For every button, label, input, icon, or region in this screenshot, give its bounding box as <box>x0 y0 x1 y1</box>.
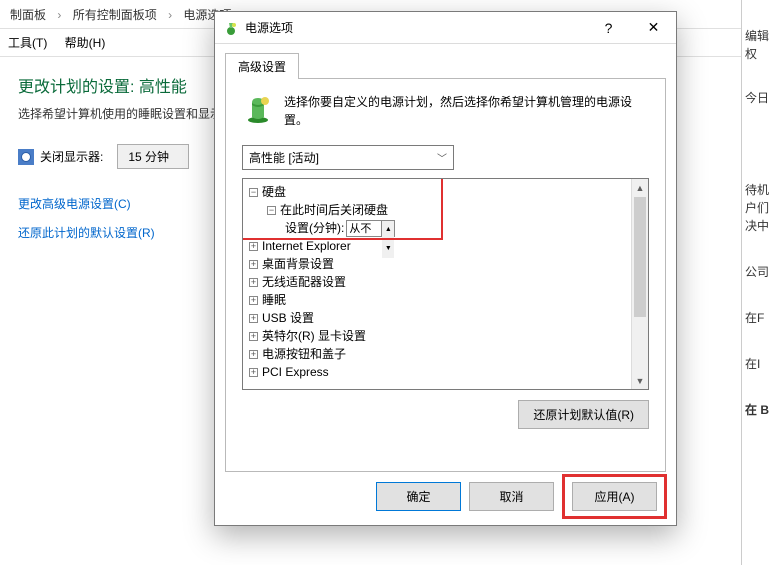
tab-content: 选择你要自定义的电源计划，然后选择你希望计算机管理的电源设置。 高性能 [活动]… <box>225 78 666 472</box>
expand-icon[interactable]: + <box>249 368 258 377</box>
display-off-dropdown[interactable]: 15 分钟 <box>117 144 189 169</box>
monitor-icon <box>18 149 34 165</box>
breadcrumb-item[interactable]: 所有控制面板项 <box>73 8 157 22</box>
setting-label: 设置(分钟): <box>285 219 344 237</box>
tree-usb[interactable]: +USB 设置 <box>249 309 642 327</box>
right-item: 户们 <box>742 198 775 216</box>
expand-icon[interactable]: + <box>249 350 258 359</box>
expand-icon[interactable]: + <box>249 242 258 251</box>
right-item: 公司 <box>742 262 775 280</box>
restore-plan-defaults-button[interactable]: 还原计划默认值(R) <box>518 400 649 429</box>
expand-icon[interactable]: + <box>249 332 258 341</box>
power-icon <box>223 20 239 36</box>
right-item: 编辑 <box>742 26 775 44</box>
right-item: 在I <box>742 354 775 372</box>
cancel-button[interactable]: 取消 <box>469 482 554 511</box>
display-off-label: 关闭显示器: <box>40 148 103 165</box>
apply-button[interactable]: 应用(A) <box>572 482 657 511</box>
right-item: 决中 <box>742 216 775 234</box>
collapse-icon[interactable]: − <box>267 206 276 215</box>
power-options-dialog: 电源选项 ? ✕ 高级设置 选择你要自定义的电源计划，然后选择你希望计算机管理的… <box>214 11 677 526</box>
annotation-highlight: 应用(A) <box>562 474 667 519</box>
spinner-up-icon[interactable]: ▲ <box>382 221 394 240</box>
right-item: 今日 <box>742 88 775 106</box>
expand-icon[interactable]: + <box>249 260 258 269</box>
expand-icon[interactable]: + <box>249 314 258 323</box>
dialog-footer: 确定 取消 应用(A) <box>215 472 676 525</box>
menu-tools[interactable]: 工具(T) <box>8 36 47 50</box>
scroll-thumb[interactable] <box>634 197 646 317</box>
right-item: 在 B <box>742 400 775 418</box>
scrollbar[interactable]: ▲ ▼ <box>631 179 648 389</box>
tree-sleep[interactable]: +睡眠 <box>249 291 642 309</box>
dialog-titlebar[interactable]: 电源选项 ? ✕ <box>215 12 676 44</box>
minutes-spinner[interactable]: ▲ ▼ <box>346 220 395 237</box>
info-text: 选择你要自定义的电源计划，然后选择你希望计算机管理的电源设置。 <box>284 93 649 129</box>
breadcrumb-sep: › <box>57 8 61 22</box>
right-item: 权 <box>742 44 775 62</box>
tree-desktop[interactable]: +桌面背景设置 <box>249 255 642 273</box>
tab-advanced[interactable]: 高级设置 <box>225 53 299 79</box>
tree-turn-off-after[interactable]: −在此时间后关闭硬盘 <box>267 201 642 219</box>
tree-hard-disk[interactable]: −硬盘 <box>249 183 642 201</box>
expand-icon[interactable]: + <box>249 296 258 305</box>
help-button[interactable]: ? <box>586 13 631 43</box>
minutes-input[interactable] <box>347 221 381 236</box>
breadcrumb-sep: › <box>168 8 172 22</box>
tree-wireless[interactable]: +无线适配器设置 <box>249 273 642 291</box>
tree-intel[interactable]: +英特尔(R) 显卡设置 <box>249 327 642 345</box>
settings-tree: −硬盘 −在此时间后关闭硬盘 设置(分钟): ▲ ▼ +Internet Exp… <box>242 178 649 390</box>
plan-selected-value: 高性能 [活动] <box>249 149 319 166</box>
spinner-down-icon[interactable]: ▼ <box>382 240 394 258</box>
scroll-down-icon[interactable]: ▼ <box>632 372 648 389</box>
expand-icon[interactable]: + <box>249 278 258 287</box>
dialog-title: 电源选项 <box>245 19 293 36</box>
tree-ie[interactable]: +Internet Explorer <box>249 237 642 255</box>
plan-dropdown[interactable]: 高性能 [活动] ﹀ <box>242 145 454 170</box>
menu-help[interactable]: 帮助(H) <box>65 36 106 50</box>
tree-power-btn[interactable]: +电源按钮和盖子 <box>249 345 642 363</box>
ok-button[interactable]: 确定 <box>376 482 461 511</box>
right-side-panel: 编辑 权 今日 待机 户们 决中 公司 在F 在I 在 B <box>741 0 775 565</box>
tree-pci[interactable]: +PCI Express <box>249 363 642 381</box>
collapse-icon[interactable]: − <box>249 188 258 197</box>
right-item: 待机 <box>742 180 775 198</box>
tab-strip: 高级设置 <box>225 52 666 78</box>
power-plan-icon <box>242 93 274 125</box>
close-button[interactable]: ✕ <box>631 13 676 43</box>
breadcrumb-item[interactable]: 制面板 <box>10 8 46 22</box>
scroll-up-icon[interactable]: ▲ <box>632 179 648 196</box>
tree-setting-minutes[interactable]: 设置(分钟): ▲ ▼ <box>285 219 395 237</box>
right-item: 在F <box>742 308 775 326</box>
chevron-down-icon: ﹀ <box>437 150 447 165</box>
